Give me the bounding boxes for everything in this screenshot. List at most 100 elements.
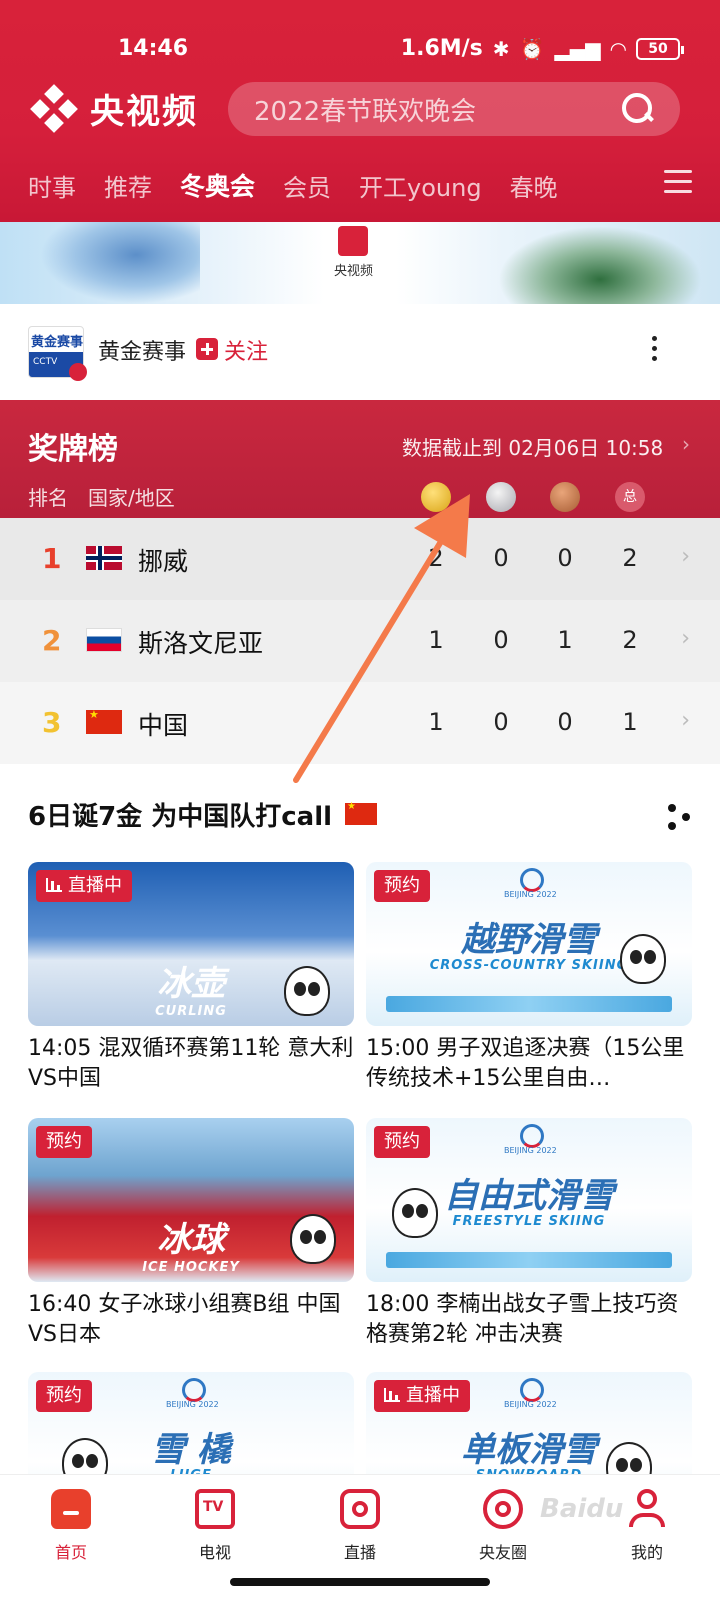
logo-icon: [28, 83, 80, 133]
app-screen: 14:46 1.6M/s ✱ ⏰ ▂▄▆ ◠ 50 央视频 2022春节联欢晚会: [0, 0, 720, 1600]
gold-medal-icon: [421, 482, 451, 512]
video-caption[interactable]: 15:00 男子双追逐决赛（15公里传统技术+15公里自由…: [366, 1034, 692, 1094]
live-icon: [340, 1489, 380, 1529]
olympics-banner[interactable]: 央视频: [0, 222, 720, 304]
medal-row[interactable]: 3 中国 1 0 0 1 ›: [0, 682, 720, 764]
gold-count: 1: [428, 626, 444, 654]
total-count: 2: [622, 626, 638, 654]
status-badge: 预约: [36, 1380, 92, 1412]
tab-spring-gala[interactable]: 春晚: [510, 168, 558, 203]
silver-medal-icon: [486, 482, 516, 512]
status-badge: 直播中: [36, 870, 132, 902]
medal-table-title: 奖牌榜: [28, 432, 118, 467]
search-bar[interactable]: 2022春节联欢晚会: [228, 82, 680, 136]
total-count: 1: [622, 708, 638, 736]
beijing-2022-emblem-icon: [504, 1124, 557, 1158]
chevron-right-icon[interactable]: ›: [682, 432, 690, 456]
rank-number: 2: [42, 624, 62, 657]
chevron-right-icon: ›: [681, 626, 690, 651]
video-caption[interactable]: 14:05 混双循环赛第11轮 意大利VS中国: [28, 1034, 354, 1094]
china-flag-icon: [86, 708, 122, 734]
bronze-count: 0: [557, 708, 573, 736]
country-name: 斯洛文尼亚: [138, 629, 264, 658]
col-rank-label: 排名: [28, 486, 68, 510]
banner-logo-icon: [338, 226, 368, 256]
nav-tv[interactable]: 电视: [160, 1489, 270, 1563]
bronze-medal-icon: [550, 482, 580, 512]
network-speed: 1.6M/s: [400, 36, 483, 61]
tab-winter-olympics[interactable]: 冬奥会: [180, 167, 255, 203]
plus-icon[interactable]: [196, 338, 218, 360]
video-thumbnail[interactable]: 越野滑雪 CROSS-COUNTRY SKIING 预约: [366, 862, 692, 1026]
medal-updated-time[interactable]: 数据截止到 02月06日 10:58: [402, 432, 663, 461]
mascot-icon: [392, 1188, 438, 1238]
gold-count: 2: [428, 544, 444, 572]
menu-icon[interactable]: [664, 170, 692, 194]
medal-table-header: 奖牌榜 数据截止到 02月06日 10:58 › 排名 国家/地区 总: [0, 400, 720, 518]
bronze-count: 0: [557, 544, 573, 572]
wifi-icon: ◠: [610, 36, 626, 61]
medal-row[interactable]: 1 挪威 2 0 0 2 ›: [0, 518, 720, 600]
share-icon[interactable]: [668, 804, 690, 830]
bluetooth-icon: ✱: [492, 36, 510, 61]
channel-avatar[interactable]: 黄金赛事 CCTV: [28, 326, 87, 381]
nav-label: 我的: [630, 1543, 663, 1562]
tab-shishi[interactable]: 时事: [28, 168, 76, 203]
watermark: Baidu: [540, 1494, 624, 1524]
silver-count: 0: [493, 544, 509, 572]
video-thumbnail[interactable]: 自由式滑雪 FREESTYLE SKIING 预约: [366, 1118, 692, 1282]
more-options-icon[interactable]: [652, 336, 658, 366]
slovenia-flag-icon: [86, 628, 122, 652]
video-thumbnail[interactable]: 冰球 ICE HOCKEY 预约: [28, 1118, 354, 1282]
channel-name[interactable]: 黄金赛事: [98, 334, 186, 366]
follow-button[interactable]: 关注: [224, 334, 268, 366]
video-caption[interactable]: 16:40 女子冰球小组赛B组 中国VS日本: [28, 1290, 354, 1350]
video-caption[interactable]: 18:00 李楠出战女子雪上技巧资格赛第2轮 冲击决赛: [366, 1290, 692, 1350]
tab-tuijian[interactable]: 推荐: [104, 168, 152, 203]
chevron-right-icon: ›: [681, 708, 690, 733]
profile-icon: [627, 1489, 667, 1529]
nav-label: 首页: [54, 1543, 87, 1562]
podium-graphic: [386, 996, 672, 1012]
gold-count: 1: [428, 708, 444, 736]
live-bars-icon: [46, 878, 62, 892]
mascot-icon: [284, 966, 330, 1016]
chevron-right-icon: ›: [681, 544, 690, 569]
home-icon: [51, 1489, 91, 1529]
avatar-text: 黄金赛事: [31, 335, 84, 350]
status-badge: 预约: [374, 870, 430, 902]
category-tabs: 时事 推荐 冬奥会 会员 开工young 春晚: [0, 160, 720, 210]
mascot-icon: [620, 934, 666, 984]
status-badge: 直播中: [374, 1380, 470, 1412]
search-placeholder[interactable]: 2022春节联欢晚会: [228, 91, 618, 128]
top-header: 14:46 1.6M/s ✱ ⏰ ▂▄▆ ◠ 50 央视频 2022春节联欢晚会: [0, 0, 720, 222]
country-name: 中国: [138, 711, 189, 740]
search-icon[interactable]: [618, 89, 658, 129]
banner-curling-art: [490, 222, 710, 304]
status-right: 1.6M/s ✱ ⏰ ▂▄▆ ◠ 50: [400, 36, 684, 61]
nav-label: 央友圈: [478, 1543, 527, 1562]
home-indicator[interactable]: [230, 1578, 490, 1586]
section-title: 6日诞7金 为中国队打call: [28, 802, 333, 832]
total-medal-icon: 总: [615, 482, 645, 512]
battery-icon: 50: [636, 37, 684, 60]
live-bars-icon: [384, 1388, 400, 1402]
country-name: 挪威: [138, 547, 189, 576]
tv-icon: [195, 1489, 235, 1529]
avatar-cctv-sport: CCTV: [33, 357, 58, 367]
nav-label: 直播: [343, 1543, 376, 1562]
nav-live[interactable]: 直播: [305, 1489, 415, 1563]
video-thumbnail[interactable]: 冰壶 CURLING 直播中: [28, 862, 354, 1026]
nav-home[interactable]: 首页: [16, 1489, 126, 1563]
medal-row[interactable]: 2 斯洛文尼亚 1 0 1 2 ›: [0, 600, 720, 682]
app-logo[interactable]: 央视频: [28, 83, 198, 133]
china-flag-icon: [345, 801, 377, 825]
rank-number: 1: [42, 542, 62, 575]
nav-label: 电视: [198, 1543, 231, 1562]
circle-icon: [483, 1489, 523, 1529]
tab-kaigong-young[interactable]: 开工young: [359, 168, 482, 203]
col-country-label: 国家/地区: [88, 486, 175, 510]
banner-skier-art: [40, 222, 200, 304]
app-name: 央视频: [90, 92, 198, 132]
tab-vip[interactable]: 会员: [283, 168, 331, 203]
